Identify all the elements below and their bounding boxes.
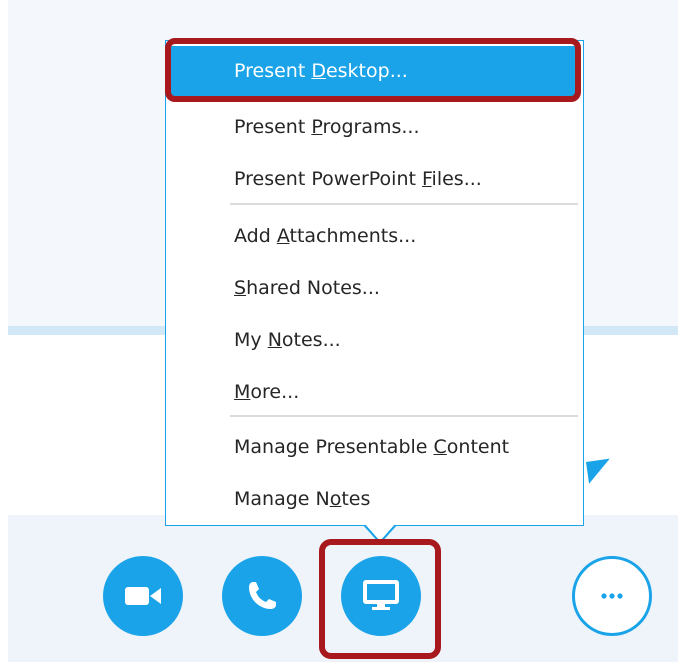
more-options-button[interactable] xyxy=(572,556,652,636)
menu-item-label-prefix: My xyxy=(234,329,268,351)
menu-item-my-notes[interactable]: My Notes... xyxy=(170,315,579,365)
send-icon[interactable] xyxy=(586,458,613,484)
menu-pointer-fill xyxy=(364,523,396,541)
menu-item-label-prefix: Present xyxy=(234,116,312,138)
menu-item-label-prefix: Add xyxy=(234,225,277,247)
menu-item-label-prefix: Manage N xyxy=(234,488,330,510)
monitor-icon xyxy=(363,579,399,613)
menu-item-access-key: M xyxy=(234,381,251,403)
menu-item-access-key: o xyxy=(329,488,342,510)
menu-item-label-prefix: Present PowerPoint xyxy=(234,168,422,190)
menu-item-shared-notes[interactable]: Shared Notes... xyxy=(170,263,579,313)
menu-item-access-key: P xyxy=(311,116,323,138)
present-button[interactable] xyxy=(341,556,421,636)
menu-item-more[interactable]: More... xyxy=(170,367,579,417)
phone-icon xyxy=(245,579,279,613)
menu-item-label-suffix: esktop... xyxy=(325,60,408,82)
menu-item-label-suffix: otes... xyxy=(281,329,341,351)
menu-item-label-suffix: rograms... xyxy=(322,116,420,138)
menu-item-access-key: N xyxy=(267,329,282,351)
menu-item-label-suffix: ttachments... xyxy=(289,225,417,247)
menu-item-access-key: C xyxy=(433,436,447,458)
menu-item-access-key: S xyxy=(234,277,247,299)
menu-separator xyxy=(230,203,578,205)
menu-item-label-suffix: ore... xyxy=(250,381,300,403)
menu-item-present-powerpoint-files[interactable]: Present PowerPoint Files... xyxy=(170,154,579,204)
menu-item-present-programs[interactable]: Present Programs... xyxy=(170,102,579,152)
ellipsis-icon xyxy=(600,592,624,600)
menu-item-access-key: F xyxy=(422,168,432,190)
menu-item-label-prefix: Manage Presentable xyxy=(234,436,434,458)
menu-item-manage-presentable-content[interactable]: Manage Presentable Content xyxy=(170,422,579,472)
menu-item-access-key: D xyxy=(311,60,326,82)
call-button[interactable] xyxy=(222,556,302,636)
menu-item-manage-notes[interactable]: Manage Notes xyxy=(170,474,579,524)
menu-item-label-suffix: tes xyxy=(341,488,371,510)
menu-item-label-suffix: iles... xyxy=(431,168,482,190)
video-button[interactable] xyxy=(103,556,183,636)
menu-separator xyxy=(230,415,578,417)
menu-item-add-attachments[interactable]: Add Attachments... xyxy=(170,211,579,261)
menu-item-label-prefix: Present xyxy=(234,60,312,82)
menu-item-label-suffix: hared Notes... xyxy=(246,277,380,299)
present-menu: Present Desktop... Present Programs... Pre… xyxy=(165,40,584,526)
menu-item-access-key: A xyxy=(276,225,290,247)
menu-item-label-suffix: ontent xyxy=(446,436,510,458)
skype-conversation-window: Present Desktop... Present Programs... Pre… xyxy=(0,0,678,662)
video-camera-icon xyxy=(123,584,163,608)
menu-item-present-desktop[interactable]: Present Desktop... xyxy=(170,46,579,96)
